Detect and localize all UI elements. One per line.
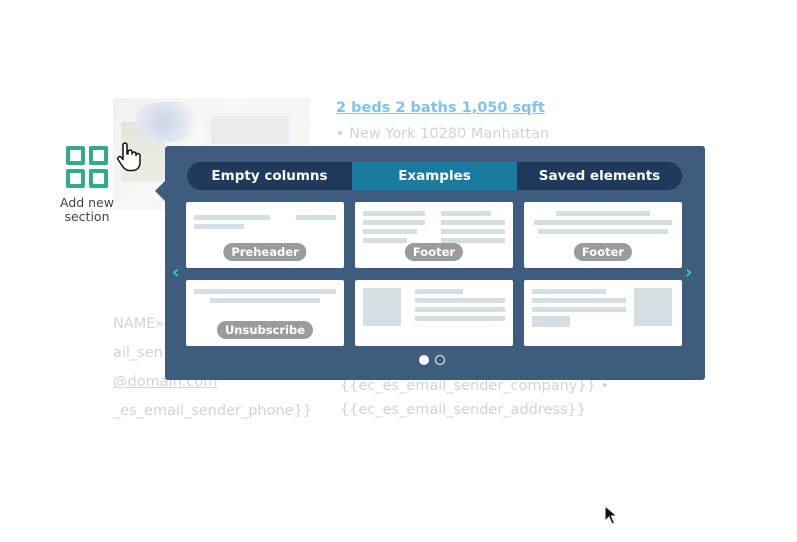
panel-pointer <box>155 181 165 201</box>
preview-line <box>532 289 606 294</box>
tab-empty-columns[interactable]: Empty columns <box>187 162 352 190</box>
sender-name-fragment: NAME» <box>113 316 165 332</box>
preview-line <box>534 220 672 225</box>
preview-line <box>556 211 650 216</box>
preview-line <box>441 229 505 234</box>
preview-line <box>538 229 668 234</box>
preview-image-block <box>634 288 672 326</box>
add-new-section[interactable]: Add new section <box>56 146 118 224</box>
tab-examples[interactable]: Examples <box>352 162 517 190</box>
chevron-right-icon[interactable]: › <box>685 264 692 282</box>
card-badge: Preheader <box>223 243 307 261</box>
card-badge: Footer <box>404 243 464 261</box>
image-flowers <box>135 102 205 142</box>
tab-bar: Empty columns Examples Saved elements <box>187 162 682 190</box>
grid-cell <box>66 146 85 165</box>
preview-button-block <box>532 316 570 327</box>
preview-image-block <box>363 288 401 326</box>
example-card-preheader[interactable]: Preheader <box>186 202 344 268</box>
grid-cell <box>66 169 85 188</box>
preview-line <box>532 307 626 312</box>
sender-company-fragment: {{ec_es_email_sender_company}} • <box>340 378 610 394</box>
preview-line <box>194 224 244 229</box>
listing-location: • New York 10280 Manhattan <box>336 126 549 142</box>
chevron-left-icon[interactable]: ‹ <box>172 264 179 282</box>
preview-line <box>415 298 505 303</box>
preview-line <box>441 211 491 216</box>
preview-line <box>363 220 425 225</box>
examples-grid: Preheader Footer Footer Unsubscribe <box>186 202 682 346</box>
preview-line <box>441 220 505 225</box>
example-card-image-right[interactable] <box>524 280 682 346</box>
preview-line <box>363 211 425 216</box>
example-card-footer-columns[interactable]: Footer <box>355 202 513 268</box>
preview-line <box>363 229 417 234</box>
preview-line <box>415 289 463 294</box>
preview-line <box>363 238 407 243</box>
add-section-label-line1: Add new <box>59 195 114 210</box>
sender-email-fragment: ail_sen <box>113 345 163 361</box>
mouse-pointer-icon <box>604 505 619 525</box>
preview-line <box>532 298 626 303</box>
grid-icon[interactable] <box>66 146 108 188</box>
pagination-dots <box>419 355 445 365</box>
card-badge: Footer <box>573 243 633 261</box>
hand-pointer-icon <box>117 142 141 172</box>
tab-saved-elements[interactable]: Saved elements <box>517 162 682 190</box>
grid-cell <box>89 146 108 165</box>
image-pillow <box>205 110 295 150</box>
example-card-footer-centered[interactable]: Footer <box>524 202 682 268</box>
listing-link[interactable]: 2 beds 2 baths 1,050 sqft <box>336 100 545 116</box>
page-dot-active[interactable] <box>419 355 429 365</box>
example-card-image-left[interactable] <box>355 280 513 346</box>
preview-line <box>296 215 336 220</box>
add-section-label-line2: section <box>64 209 110 224</box>
sender-phone-fragment: _es_email_sender_phone}} <box>113 403 313 419</box>
preview-line <box>415 307 505 312</box>
card-badge: Unsubscribe <box>216 321 314 339</box>
page-dot[interactable] <box>435 355 445 365</box>
add-section-label: Add new section <box>56 196 118 224</box>
preview-line <box>210 298 320 303</box>
example-card-unsubscribe[interactable]: Unsubscribe <box>186 280 344 346</box>
sender-address-fragment: {{ec_es_email_sender_address}} <box>340 402 586 418</box>
grid-cell <box>89 169 108 188</box>
section-picker-panel: Empty columns Examples Saved elements ‹ … <box>165 146 705 380</box>
preview-line <box>415 316 505 321</box>
location-text: New York 10280 Manhattan <box>349 126 550 142</box>
bullet: • <box>336 126 345 142</box>
preview-line <box>194 289 336 294</box>
preview-line <box>194 215 270 220</box>
